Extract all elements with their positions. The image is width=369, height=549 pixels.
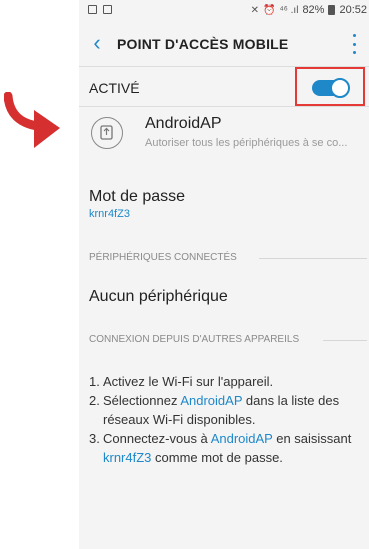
active-label: ACTIVÉ bbox=[89, 80, 140, 96]
other-devices-heading: CONNEXION DEPUIS D'AUTRES APPAREILS bbox=[89, 334, 300, 345]
password-link: krnr4fZ3 bbox=[103, 450, 152, 465]
network-name-link: AndroidAP bbox=[180, 393, 243, 408]
password-value: krnr4fZ3 bbox=[89, 208, 130, 220]
network-description: Autoriser tous les périphériques à se co… bbox=[145, 137, 348, 149]
password-label[interactable]: Mot de passe bbox=[89, 188, 185, 206]
instruction-step-2: 2. Sélectionnez AndroidAP dans la liste d… bbox=[89, 393, 340, 427]
back-arrow-icon[interactable]: ‹ bbox=[85, 29, 109, 57]
hotspot-toggle[interactable] bbox=[312, 78, 350, 98]
connected-heading-line bbox=[259, 258, 367, 259]
gallery-notification-icon bbox=[88, 5, 97, 14]
no-devices-text: Aucun périphérique bbox=[89, 288, 228, 305]
page: ✕ ⏰ ⁴⁶ .ıl 82% 20:52 ‹ POINT D'ACCÈS MOB… bbox=[0, 0, 369, 549]
page-title: POINT D'ACCÈS MOBILE bbox=[117, 36, 289, 52]
vibrate-icon: ✕ bbox=[250, 4, 259, 16]
notification-icons bbox=[88, 5, 112, 14]
status-bar: ✕ ⏰ ⁴⁶ .ıl 82% 20:52 bbox=[79, 0, 369, 22]
connected-devices-heading: PÉRIPHÉRIQUES CONNECTÉS bbox=[89, 252, 237, 263]
active-divider bbox=[79, 106, 369, 107]
network-name[interactable]: AndroidAP bbox=[145, 115, 222, 133]
instructions-list: 1. Activez le Wi-Fi sur l'appareil. 2. Sél… bbox=[89, 372, 367, 467]
red-arrow-annotation bbox=[4, 92, 60, 148]
clock: 20:52 bbox=[339, 4, 367, 16]
app-header: ‹ POINT D'ACCÈS MOBILE bbox=[79, 24, 369, 64]
status-indicators: ✕ ⏰ ⁴⁶ .ıl 82% 20:52 bbox=[251, 4, 367, 16]
alarm-icon: ⏰ bbox=[263, 4, 276, 16]
signal-icon: ⁴⁶ .ıl bbox=[279, 4, 299, 16]
phone-screen: ✕ ⏰ ⁴⁶ .ıl 82% 20:52 ‹ POINT D'ACCÈS MOB… bbox=[79, 0, 369, 549]
instruction-step-1: 1. Activez le Wi-Fi sur l'appareil. bbox=[89, 374, 274, 389]
instruction-step-3: 3. Connectez-vous à AndroidAP en saisissa… bbox=[89, 431, 352, 465]
hotspot-device-icon bbox=[91, 117, 123, 149]
toggle-knob bbox=[330, 78, 350, 98]
other-heading-line bbox=[323, 340, 367, 341]
battery-icon bbox=[328, 5, 336, 15]
battery-percent: 82% bbox=[302, 4, 325, 16]
network-name-link: AndroidAP bbox=[210, 431, 273, 446]
message-notification-icon bbox=[103, 5, 112, 14]
more-options-icon[interactable] bbox=[351, 34, 357, 54]
